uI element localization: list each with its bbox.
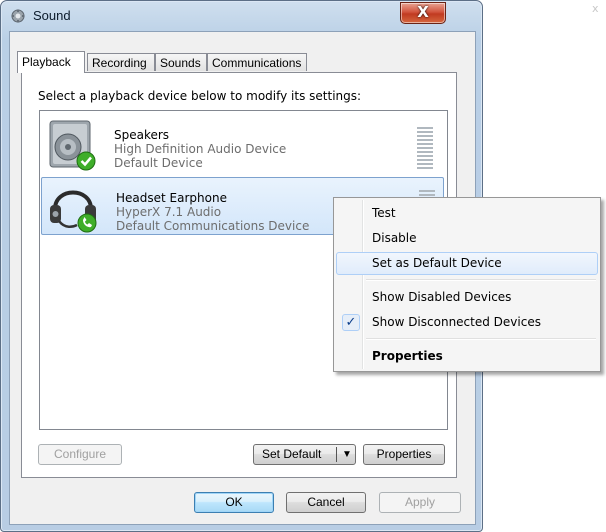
menu-separator — [366, 279, 596, 281]
close-icon: X — [417, 3, 429, 21]
split-separator — [336, 447, 337, 462]
menu-item-label: Show Disabled Devices — [372, 290, 512, 304]
menu-item-label: Set as Default Device — [372, 256, 502, 270]
device-description: HyperX 7.1 Audio — [116, 205, 222, 219]
device-status: Default Device — [114, 156, 203, 170]
tab-communications[interactable]: Communications — [207, 53, 307, 71]
headset-icon — [50, 190, 97, 233]
cancel-button[interactable]: Cancel — [286, 492, 366, 513]
checkmark-icon: ✓ — [342, 314, 360, 331]
tab-sounds[interactable]: Sounds — [155, 53, 207, 71]
instruction-text: Select a playback device below to modify… — [38, 89, 362, 103]
menu-item-show-disabled[interactable]: Show Disabled Devices — [336, 286, 598, 309]
menu-item-disable[interactable]: Disable — [336, 227, 598, 250]
device-description: High Definition Audio Device — [114, 142, 287, 156]
window-title: Sound — [33, 8, 71, 23]
ok-button[interactable]: OK — [194, 492, 274, 513]
menu-item-show-disconnected[interactable]: ✓ Show Disconnected Devices — [336, 311, 598, 334]
apply-button[interactable]: Apply — [379, 492, 461, 513]
background-close-glyph: x — [592, 2, 599, 15]
set-default-split-button[interactable]: Set Default ▼ — [253, 444, 356, 465]
close-button[interactable]: X — [400, 2, 446, 24]
device-name: Headset Earphone — [116, 191, 227, 205]
menu-item-label: Show Disconnected Devices — [372, 315, 541, 329]
chevron-down-icon[interactable]: ▼ — [342, 445, 352, 464]
menu-item-label: Properties — [372, 349, 443, 363]
tab-playback[interactable]: Playback — [17, 51, 85, 73]
title-bar[interactable]: Sound X — [1, 1, 482, 31]
menu-item-label: Test — [372, 206, 396, 220]
set-default-label: Set Default — [262, 447, 322, 461]
device-status: Default Communications Device — [116, 219, 310, 233]
properties-button[interactable]: Properties — [363, 444, 445, 465]
menu-gutter — [362, 200, 364, 369]
menu-item-label: Disable — [372, 231, 417, 245]
menu-item-test[interactable]: Test — [336, 202, 598, 225]
sound-app-icon — [11, 9, 25, 23]
speaker-icon — [49, 120, 96, 171]
device-context-menu: Test Disable Set as Default Device Show … — [333, 197, 601, 372]
volume-level-meter — [417, 127, 433, 171]
device-item-speakers[interactable]: Speakers High Definition Audio Device De… — [40, 115, 443, 173]
menu-separator — [366, 338, 596, 340]
menu-item-set-as-default[interactable]: Set as Default Device — [336, 252, 598, 275]
tab-recording[interactable]: Recording — [87, 53, 155, 71]
configure-button[interactable]: Configure — [38, 444, 122, 465]
device-name: Speakers — [114, 128, 170, 142]
menu-item-properties[interactable]: Properties — [336, 345, 598, 368]
